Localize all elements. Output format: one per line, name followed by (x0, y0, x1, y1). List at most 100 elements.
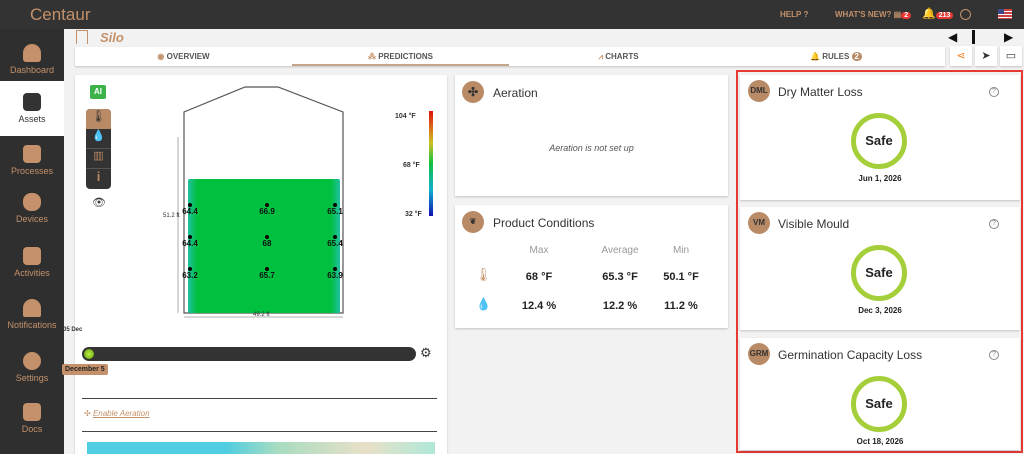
sidebar-item-label: Assets (18, 114, 46, 124)
timeline-slider[interactable] (82, 347, 416, 361)
sidebar: Dashboard Assets Processes Devices Activ… (0, 29, 64, 454)
prediction-date: Dec 3, 2026 (858, 306, 902, 315)
device-icon (23, 193, 41, 211)
account-icon[interactable] (960, 9, 971, 20)
next-silo-button[interactable]: ▶ (1004, 30, 1013, 44)
map[interactable] (87, 442, 435, 454)
scale-mid: 68 °F (403, 162, 420, 169)
sidebar-item-docs[interactable]: Docs (0, 403, 64, 434)
whats-new-badge: 2 (901, 12, 912, 19)
enable-aeration-link[interactable]: ✣ Enable Aeration (84, 409, 150, 418)
sidebar-item-activities[interactable]: Activities (0, 247, 64, 278)
fan-icon: ✣ (462, 81, 484, 103)
sidebar-item-label: Dashboard (9, 65, 55, 75)
prev-silo-button[interactable]: ◀ (948, 30, 957, 44)
whats-new-link[interactable]: WHAT'S NEW? ▤ 2 (835, 10, 912, 19)
sidebar-item-processes[interactable]: Processes (0, 145, 64, 176)
prediction-abbr-icon: DML (748, 80, 770, 102)
aeration-card: ✣ Aeration Aeration is not set up (455, 75, 728, 196)
help-icon[interactable]: ? (989, 219, 999, 229)
prediction-title: Visible Mould (778, 217, 850, 231)
help-link[interactable]: HELP ? (780, 10, 808, 19)
prediction-title: Germination Capacity Loss (778, 348, 923, 362)
top-bar: Centaur HELP ? WHAT'S NEW? ▤ 2 🔔 213 (0, 0, 1024, 29)
silo-icon (76, 30, 88, 44)
product-conditions-title: Product Conditions (493, 216, 595, 230)
divider (82, 431, 437, 432)
tab-predictions[interactable]: ⁂ PREDICTIONS (292, 47, 509, 66)
width-label: 49.2 ft (253, 312, 270, 318)
silo-diagram (177, 86, 433, 318)
sensor-reading: 63.9 (327, 271, 343, 280)
header-max: Max (529, 245, 549, 256)
eye-icon: ◉ (157, 52, 165, 61)
prediction-card: VM Visible Mould ? Safe Dec 3, 2026 (740, 207, 1020, 330)
timeline-handle[interactable] (84, 349, 94, 359)
prediction-abbr-icon: VM (748, 212, 770, 234)
moisture-max: 12.4 % (521, 300, 557, 312)
sidebar-item-label: Docs (21, 424, 43, 434)
sidebar-item-settings[interactable]: Settings (0, 352, 64, 383)
tab-charts[interactable]: ⩘ CHARTS (510, 47, 727, 66)
grain-icon: ❦ (462, 211, 484, 233)
tab-label: OVERVIEW (166, 52, 210, 61)
chart-icon (23, 145, 41, 163)
tab-rules[interactable]: 🔔 RULES 2 (727, 47, 945, 66)
sidebar-item-dashboard[interactable]: Dashboard (0, 39, 64, 81)
gauge-icon (23, 44, 41, 62)
sensor-reading: 66.9 (259, 207, 275, 216)
silo-icon (972, 30, 986, 44)
help-icon[interactable]: ? (989, 87, 999, 97)
sensor-reading: 64.4 (182, 207, 198, 216)
calendar-check-icon (23, 247, 41, 265)
timeline-start-label: 05 Dec (63, 327, 83, 333)
book-icon (23, 403, 41, 421)
sidebar-item-label: Processes (10, 166, 54, 176)
prediction-title: Dry Matter Loss (778, 85, 863, 99)
sensor-reading: 65.4 (327, 239, 343, 248)
enable-aeration-label: Enable Aeration (92, 409, 150, 418)
chart-icon: ⩘ (598, 52, 603, 61)
timeline-settings-icon[interactable]: ⚙ (420, 345, 432, 361)
logo: Centaur (30, 5, 91, 24)
header-average: Average (601, 245, 639, 256)
temp-average: 65.3 °F (602, 271, 638, 283)
sidebar-item-notifications[interactable]: Notifications (0, 299, 64, 330)
share-button[interactable]: ⋖ (950, 46, 972, 66)
sidebar-item-devices[interactable]: Devices (0, 193, 64, 224)
silo-icon (23, 93, 41, 111)
tab-label: RULES (822, 52, 850, 61)
prediction-date: Oct 18, 2026 (856, 437, 904, 446)
help-label: HELP (780, 10, 802, 19)
notifications-button[interactable]: 🔔 213 (922, 7, 954, 20)
product-conditions-card: ❦ Product Conditions Max Average Min 🌡 6… (455, 205, 728, 328)
prediction-card: GRM Germination Capacity Loss ? Safe Oct… (740, 338, 1020, 450)
temp-min: 50.1 °F (663, 271, 699, 283)
bell-icon (23, 299, 41, 317)
header-min: Min (672, 245, 690, 256)
fan-icon: ✣ (84, 409, 91, 418)
share-icon: ⋖ (956, 50, 966, 62)
tab-overview[interactable]: ◉ OVERVIEW (75, 47, 292, 66)
notifications-badge: 213 (935, 12, 954, 19)
aeration-message: Aeration is not set up (549, 143, 634, 153)
send-button[interactable]: ➤ (975, 46, 997, 66)
scale-min: 32 °F (405, 211, 422, 218)
store-button[interactable]: ▭ (1000, 46, 1022, 66)
moisture-min: 11.2 % (664, 300, 698, 312)
bell-icon: 🔔 (809, 52, 820, 61)
status-ring: Safe (851, 245, 907, 301)
sidebar-item-label: Notifications (7, 320, 57, 330)
timeline-current-label: December 5 (62, 364, 108, 375)
sidebar-item-label: Devices (15, 214, 48, 224)
temp-max: 68 °F (525, 271, 553, 283)
sidebar-item-assets[interactable]: Assets (0, 81, 64, 136)
prediction-abbr-icon: GRM (748, 343, 770, 365)
temperature-icon: 🌡 (475, 267, 492, 282)
help-icon[interactable]: ? (989, 350, 999, 360)
status-ring: Safe (851, 113, 907, 169)
gear-icon (23, 352, 41, 370)
us-flag-icon[interactable] (998, 9, 1012, 19)
help-icon: ? (803, 10, 809, 19)
sparkle-icon: ⁂ (368, 52, 377, 61)
